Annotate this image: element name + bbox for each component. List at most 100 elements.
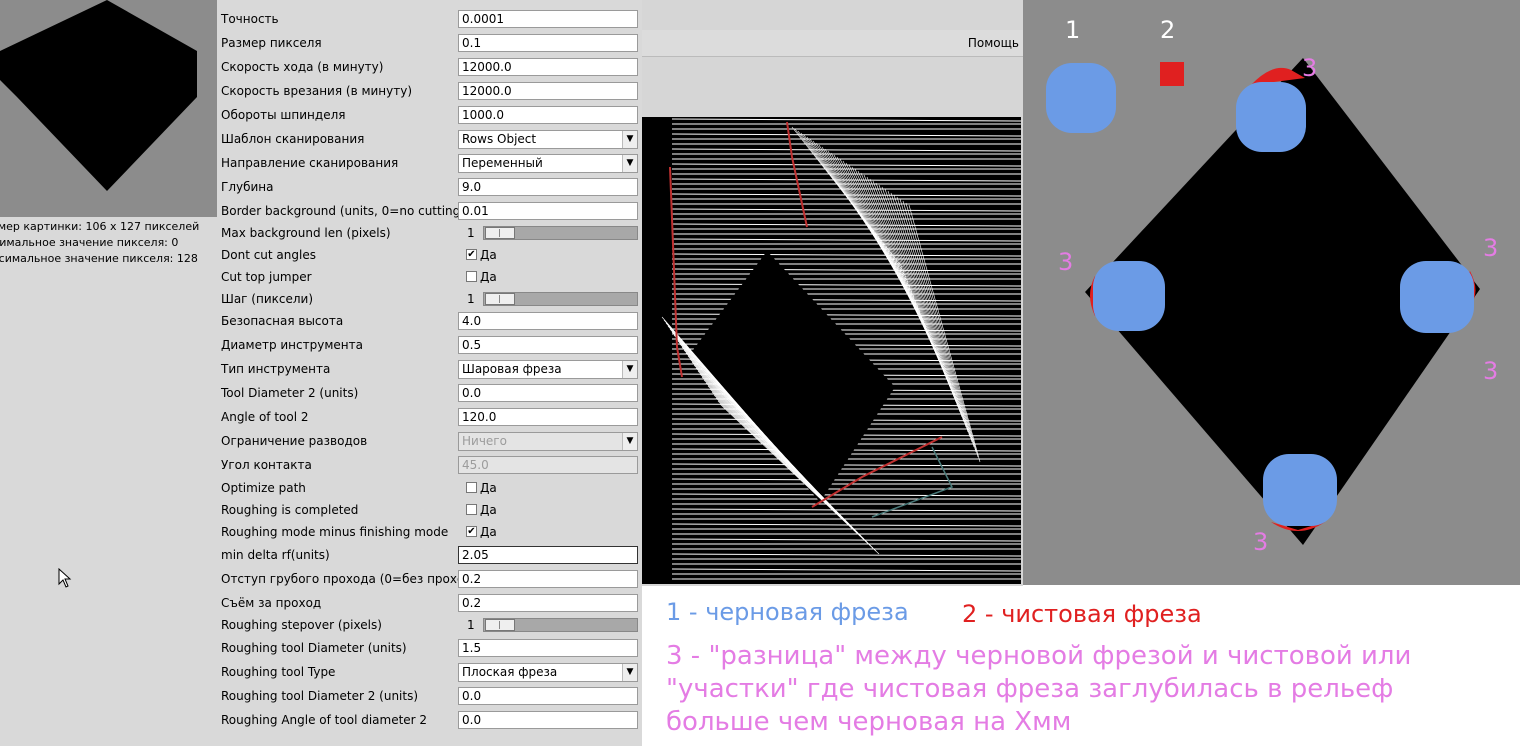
setting-label: Roughing tool Type — [221, 665, 336, 679]
setting-row: Шаблон сканирования Rows Object ▼ — [217, 128, 642, 150]
setting-checkbox[interactable] — [466, 504, 477, 515]
setting-row: Roughing tool Diameter 2 (units) 0.0 — [217, 685, 642, 707]
setting-checkbox[interactable]: ✔ — [466, 249, 477, 260]
legend-panel: 1 - черновая фреза 2 - чистовая фреза 3 … — [642, 586, 1520, 746]
label-1: 1 — [1065, 16, 1081, 44]
chevron-down-icon[interactable]: ▼ — [622, 155, 637, 172]
setting-dropdown[interactable]: Плоская фреза ▼ — [458, 663, 638, 682]
setting-row: Border background (units, 0=no cutting) 0… — [217, 200, 642, 222]
viewer-menubar: Помощь — [642, 30, 1023, 57]
legend-rough: 1 - черновая фреза — [666, 598, 909, 626]
setting-label: Обороты шпинделя — [221, 108, 346, 122]
chevron-down-icon[interactable]: ▼ — [622, 361, 637, 378]
setting-row: Roughing tool Diameter (units) 1.5 — [217, 637, 642, 659]
dropdown-value: Переменный — [462, 156, 543, 170]
setting-input[interactable]: 9.0 — [458, 178, 638, 196]
settings-form: Точность 0.0001 Размер пикселя 0.1 Скорость … — [217, 0, 642, 746]
setting-label: Ограничение разводов — [221, 434, 368, 448]
label-3-left: 3 — [1058, 248, 1074, 276]
setting-label: Отступ грубого прохода (0=без прохода) — [221, 572, 485, 586]
image-stats: змер картинки: 106 x 127 пикселей нималь… — [0, 219, 217, 267]
setting-dropdown[interactable]: Шаровая фреза ▼ — [458, 360, 638, 379]
setting-row: Скорость хода (в минуту) 12000.0 — [217, 56, 642, 78]
setting-row: Обороты шпинделя 1000.0 — [217, 104, 642, 126]
slider-value: 1 — [467, 618, 475, 632]
annotated-toolpath-image: 1 2 3 3 3 3 3 — [1023, 0, 1520, 585]
setting-label: Cut top jumper — [221, 270, 312, 284]
setting-label: Скорость хода (в минуту) — [221, 60, 384, 74]
setting-input[interactable]: 0.2 — [458, 570, 638, 588]
setting-input[interactable]: 0.2 — [458, 594, 638, 612]
menu-help[interactable]: Помощь — [968, 30, 1019, 56]
setting-label: Tool Diameter 2 (units) — [221, 386, 359, 400]
setting-row: Dont cut angles ✔ Да — [217, 244, 642, 266]
setting-input[interactable]: 12000.0 — [458, 82, 638, 100]
setting-row: Optimize path Да — [217, 477, 642, 499]
setting-input[interactable]: 0.5 — [458, 336, 638, 354]
setting-input[interactable]: 1000.0 — [458, 106, 638, 124]
legend-finish: 2 - чистовая фреза — [962, 600, 1202, 628]
setting-input[interactable]: 4.0 — [458, 312, 638, 330]
setting-label: Тип инструмента — [221, 362, 331, 376]
rough-tool-sample — [1046, 63, 1116, 133]
setting-row: Направление сканирования Переменный ▼ — [217, 152, 642, 174]
setting-row: Ограничение разводов Ничего ▼ — [217, 430, 642, 452]
setting-label: Направление сканирования — [221, 156, 399, 170]
slider-handle[interactable] — [485, 619, 515, 631]
setting-input[interactable]: 0.0 — [458, 384, 638, 402]
dropdown-value: Ничего — [462, 434, 507, 448]
setting-row: Отступ грубого прохода (0=без прохода) 0.… — [217, 568, 642, 590]
slider-handle[interactable] — [485, 227, 515, 239]
checkbox-label[interactable]: Да — [480, 521, 497, 543]
toolpath-3d-canvas[interactable] — [642, 117, 1021, 584]
label-2: 2 — [1160, 16, 1176, 44]
setting-input[interactable]: 1.5 — [458, 639, 638, 657]
setting-dropdown[interactable]: Переменный ▼ — [458, 154, 638, 173]
label-3-bottom: 3 — [1253, 528, 1269, 556]
setting-row: Roughing mode minus finishing mode ✔ Да — [217, 521, 642, 543]
checkbox-label[interactable]: Да — [480, 499, 497, 521]
setting-checkbox[interactable] — [466, 271, 477, 282]
setting-row: Cut top jumper Да — [217, 266, 642, 288]
chevron-down-icon[interactable]: ▼ — [622, 664, 637, 681]
checkbox-label[interactable]: Да — [480, 244, 497, 266]
setting-checkbox[interactable] — [466, 482, 477, 493]
setting-label: Скорость врезания (в минуту) — [221, 84, 413, 98]
chevron-down-icon[interactable]: ▼ — [622, 131, 637, 148]
setting-row: Тип инструмента Шаровая фреза ▼ — [217, 358, 642, 380]
setting-row: Размер пикселя 0.1 — [217, 32, 642, 54]
slider-value: 1 — [467, 292, 475, 306]
setting-input[interactable]: 0.0001 — [458, 10, 638, 28]
setting-row: Глубина 9.0 — [217, 176, 642, 198]
setting-input[interactable]: 12000.0 — [458, 58, 638, 76]
chevron-down-icon[interactable]: ▼ — [622, 433, 637, 450]
image-size-text: змер картинки: 106 x 127 пикселей — [0, 220, 200, 233]
setting-label: Съём за проход — [221, 596, 322, 610]
setting-row: Диаметр инструмента 0.5 — [217, 334, 642, 356]
setting-row: Roughing tool Type Плоская фреза ▼ — [217, 661, 642, 683]
setting-label: Roughing Angle of tool diameter 2 — [221, 713, 428, 727]
checkbox-label[interactable]: Да — [480, 477, 497, 499]
slider-handle[interactable] — [485, 293, 515, 305]
setting-label: Размер пикселя — [221, 36, 322, 50]
dropdown-value: Шаровая фреза — [462, 362, 562, 376]
setting-input[interactable]: 2.05 — [458, 546, 638, 564]
mouse-cursor-icon — [58, 568, 72, 588]
setting-input[interactable]: 0.0 — [458, 711, 638, 729]
setting-input[interactable]: 0.01 — [458, 202, 638, 220]
setting-dropdown: Ничего ▼ — [458, 432, 638, 451]
checkbox-label[interactable]: Да — [480, 266, 497, 288]
setting-input[interactable]: 120.0 — [458, 408, 638, 426]
setting-checkbox[interactable]: ✔ — [466, 526, 477, 537]
setting-row: Max background len (pixels) 1 — [217, 222, 642, 244]
setting-dropdown[interactable]: Rows Object ▼ — [458, 130, 638, 149]
setting-input[interactable]: 0.0 — [458, 687, 638, 705]
setting-input[interactable]: 0.1 — [458, 34, 638, 52]
setting-label: Angle of tool 2 — [221, 410, 309, 424]
setting-row: Angle of tool 2 120.0 — [217, 406, 642, 428]
setting-row: Tool Diameter 2 (units) 0.0 — [217, 382, 642, 404]
setting-label: Глубина — [221, 180, 274, 194]
setting-row: Скорость врезания (в минуту) 12000.0 — [217, 80, 642, 102]
setting-row: Шаг (пиксели) 1 — [217, 288, 642, 310]
setting-label: Безопасная высота — [221, 314, 344, 328]
